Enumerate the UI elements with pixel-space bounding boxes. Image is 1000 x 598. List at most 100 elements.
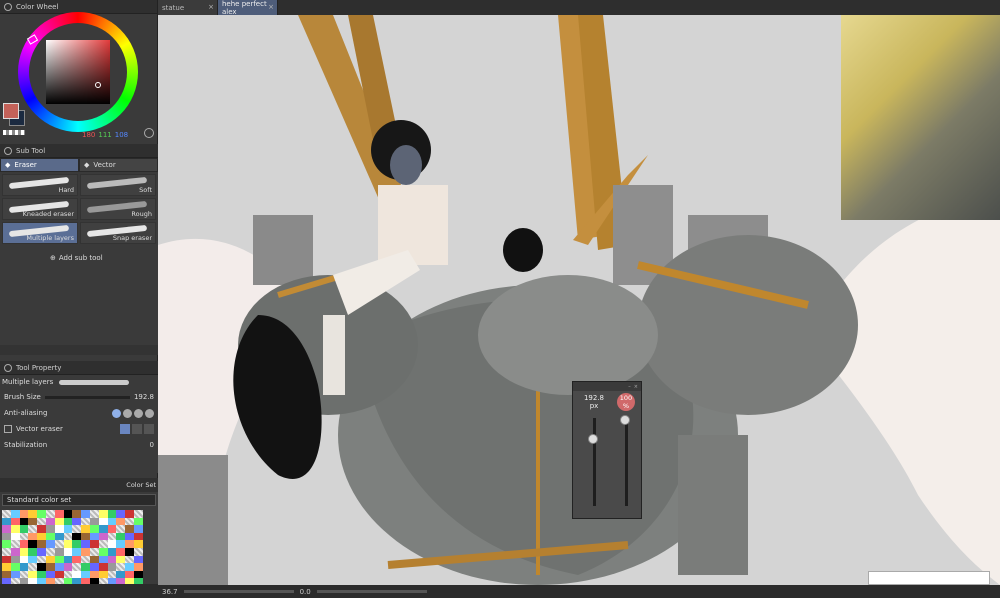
brush-multiple-layers[interactable]: Multiple layers [2,222,78,244]
palette-swatch[interactable] [98,555,108,564]
navigator-box[interactable] [868,571,990,585]
palette-swatch[interactable] [2,563,11,571]
palette-swatch[interactable] [72,547,82,556]
palette-swatch[interactable] [125,570,134,579]
color-wheel[interactable] [18,12,138,132]
palette-swatch[interactable] [72,555,82,564]
palette-swatch[interactable] [116,570,126,579]
palette-swatch[interactable] [125,510,134,518]
palette-swatch[interactable] [81,517,90,526]
palette-swatch[interactable] [81,570,90,579]
palette-swatch[interactable] [133,510,143,518]
palette-swatch[interactable] [19,563,29,571]
palette-swatch[interactable] [89,547,99,556]
palette-swatch[interactable] [45,555,55,564]
palette-swatch[interactable] [54,563,64,571]
palette-swatch[interactable] [125,547,134,556]
brush-kneaded[interactable]: Kneaded eraser [2,198,78,220]
palette-swatch[interactable] [45,570,55,579]
palette-swatch[interactable] [10,540,20,548]
palette-swatch[interactable] [72,563,82,571]
palette-swatch[interactable] [89,510,99,518]
tab-eraser[interactable]: ◆ Eraser [0,158,79,172]
palette-swatch[interactable] [63,532,73,541]
palette-swatch[interactable] [81,555,90,564]
palette-swatch[interactable] [107,517,117,526]
palette-swatch[interactable] [133,517,143,526]
palette-swatch[interactable] [107,525,117,533]
palette-swatch[interactable] [89,570,99,579]
zoom-slider[interactable] [183,590,294,593]
size-vertical-slider[interactable] [593,418,596,506]
palette-swatch[interactable] [133,540,143,548]
palette-swatch[interactable] [63,570,73,579]
brush-snap[interactable]: Snap eraser [80,222,156,244]
palette-swatch[interactable] [89,532,99,541]
palette-swatch[interactable] [98,563,108,571]
palette-swatch[interactable] [107,547,117,556]
palette-swatch[interactable] [2,510,11,518]
opacity-slider-knob[interactable] [620,415,630,425]
palette-swatch[interactable] [89,517,99,526]
palette-swatch[interactable] [10,532,20,541]
palette-swatch[interactable] [81,563,90,571]
palette-swatch[interactable] [28,547,38,556]
palette-swatch[interactable] [54,525,64,533]
palette-swatch[interactable] [10,555,20,564]
palette-swatch[interactable] [72,540,82,548]
brush-rough[interactable]: Rough [80,198,156,220]
palette-swatch[interactable] [28,555,38,564]
transparent-color-swatch[interactable] [3,130,25,135]
palette-swatch[interactable] [45,547,55,556]
brush-soft[interactable]: Soft [80,174,156,196]
brush-size-popup[interactable]: – × 192.8 px 100 % [572,381,642,519]
palette-swatch[interactable] [10,525,20,533]
palette-swatch[interactable] [37,563,46,571]
palette-swatch[interactable] [54,570,64,579]
palette-swatch[interactable] [28,525,38,533]
palette-swatch[interactable] [2,532,11,541]
palette-swatch[interactable] [81,540,90,548]
size-slider-knob[interactable] [588,434,598,444]
palette-swatch[interactable] [19,555,29,564]
palette-swatch[interactable] [116,532,126,541]
palette-swatch[interactable] [72,525,82,533]
palette-swatch[interactable] [2,555,11,564]
palette-swatch[interactable] [81,525,90,533]
palette-swatch[interactable] [54,547,64,556]
palette-swatch[interactable] [19,525,29,533]
anti-aliasing-options[interactable] [112,408,154,418]
saturation-value-square[interactable] [46,40,110,104]
palette-swatch[interactable] [98,570,108,579]
palette-swatch[interactable] [63,563,73,571]
palette-swatch[interactable] [37,510,46,518]
palette-swatch[interactable] [19,570,29,579]
palette-swatch[interactable] [107,540,117,548]
palette-swatch[interactable] [125,555,134,564]
palette-swatch[interactable] [133,547,143,556]
palette-swatch[interactable] [125,563,134,571]
palette-swatch[interactable] [133,555,143,564]
palette-swatch[interactable] [107,510,117,518]
palette-swatch[interactable] [37,525,46,533]
color-set-select[interactable]: Standard color set [2,494,156,506]
stabilization-value[interactable]: 0 [150,441,154,449]
palette-swatch[interactable] [89,525,99,533]
palette-swatch[interactable] [72,532,82,541]
stabilization-row[interactable]: Stabilization 0 [0,437,158,453]
palette-swatch[interactable] [54,540,64,548]
palette-swatch[interactable] [98,532,108,541]
palette-swatch[interactable] [28,532,38,541]
palette-swatch[interactable] [98,547,108,556]
palette-swatch[interactable] [54,517,64,526]
palette-swatch[interactable] [10,510,20,518]
tab-hehe-perfect-alex[interactable]: hehe perfect alex × [218,0,278,16]
palette-swatch[interactable] [133,532,143,541]
palette-swatch[interactable] [45,510,55,518]
palette-swatch[interactable] [45,563,55,571]
palette-swatch[interactable] [125,540,134,548]
palette-swatch[interactable] [116,563,126,571]
palette-swatch[interactable] [89,563,99,571]
palette-swatch[interactable] [72,570,82,579]
sv-picker[interactable] [95,82,101,88]
